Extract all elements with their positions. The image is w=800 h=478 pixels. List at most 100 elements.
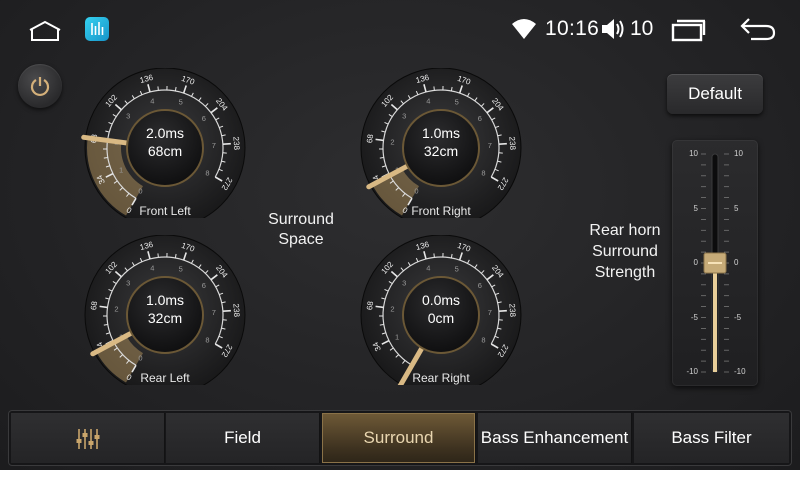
inner-tick-label: 7: [488, 308, 492, 317]
tab-surround[interactable]: Surround: [322, 413, 476, 463]
knob-rear-left[interactable]: 03468102136170204238272012345678 1.0ms 3…: [78, 235, 258, 385]
slider-tick-label: 5: [693, 203, 698, 213]
tab-bar: Field Surround Bass Enhancement Bass Fil…: [8, 410, 792, 466]
slider-tick-label: -5: [690, 312, 698, 322]
inner-tick-label: 8: [481, 169, 485, 178]
inner-tick-label: 0: [138, 186, 142, 195]
slider-fill: [713, 263, 717, 372]
inner-tick-label: 5: [455, 98, 459, 107]
tick-mark: [375, 138, 384, 142]
equalizer-app-icon[interactable]: [85, 17, 109, 41]
status-bar: 10:16 10: [0, 0, 800, 58]
outer-tick-label: 238: [231, 303, 241, 317]
outer-tick-label: 68: [365, 300, 375, 311]
inner-tick-label: 5: [179, 98, 183, 107]
tick-mark: [99, 305, 108, 309]
distance-value: 68cm: [147, 143, 183, 159]
inner-tick-label: 4: [150, 264, 154, 273]
surround-strength-slider[interactable]: 10 10 5 5 0 0 -5 -5 -10 -10: [672, 140, 758, 386]
inner-tick-label: 6: [202, 281, 206, 290]
inner-tick-label: 8: [205, 336, 209, 345]
distance-value: 32cm: [147, 310, 183, 326]
delay-value: 0.0ms: [421, 292, 461, 308]
inner-tick-label: 8: [481, 336, 485, 345]
inner-tick-label: 6: [478, 114, 482, 123]
slider-tick-label: 10: [689, 149, 698, 158]
inner-tick-label: 3: [402, 112, 406, 121]
inner-tick-label: 4: [426, 264, 430, 273]
slider-tick-label: -10: [686, 367, 698, 376]
tick-mark: [103, 156, 108, 159]
tab-bass-enhancement[interactable]: Bass Enhancement: [478, 413, 632, 463]
back-icon[interactable]: [739, 16, 777, 47]
tick-mark: [379, 323, 384, 326]
inner-tick-label: 5: [455, 265, 459, 274]
tick-mark: [222, 309, 231, 313]
tab-equalizer[interactable]: [11, 413, 165, 463]
volume-level: 10: [630, 17, 654, 40]
inner-tick-label: 0: [414, 186, 418, 195]
knob-label: Front Right: [411, 204, 471, 218]
inner-tick-label: 4: [426, 97, 430, 106]
app-screen: 10:16 10 0346810213617020423827201234567…: [0, 0, 800, 470]
inner-tick-label: 2: [390, 138, 394, 147]
surround-space-label: Surround Space: [268, 211, 334, 248]
volume-icon[interactable]: [600, 17, 628, 46]
inner-tick-label: 3: [402, 279, 406, 288]
equalizer-icon: [76, 429, 100, 449]
inner-tick-label: 6: [478, 281, 482, 290]
tick-mark: [379, 156, 384, 159]
tick-mark: [103, 323, 108, 326]
default-button[interactable]: Default: [667, 74, 763, 114]
outer-tick-label: 238: [231, 136, 241, 150]
inner-tick-label: 7: [212, 141, 216, 150]
inner-tick-label: 3: [126, 279, 130, 288]
inner-tick-label: 7: [212, 308, 216, 317]
knob-rear-right[interactable]: 03468102136170204238272012345678 0.0ms 0…: [354, 235, 534, 385]
power-button[interactable]: [18, 64, 62, 108]
recents-icon[interactable]: [671, 18, 707, 47]
inner-tick-label: 6: [202, 114, 206, 123]
slider-tick-label: 10: [734, 149, 743, 158]
outer-tick-label: 238: [507, 136, 517, 150]
outer-tick-label: 68: [89, 300, 99, 311]
knob-front-right[interactable]: 03468102136170204238272012345678 1.0ms 3…: [354, 68, 534, 218]
tab-bass-filter[interactable]: Bass Filter: [634, 413, 789, 463]
rear-horn-strength-label: Rear horn Surround Strength: [589, 222, 661, 281]
knob-label: Front Left: [139, 204, 191, 218]
inner-tick-label: 1: [119, 166, 123, 175]
tick-mark: [174, 86, 177, 92]
delay-value: 2.0ms: [145, 125, 185, 141]
distance-value: 0cm: [427, 310, 455, 326]
knob-front-left[interactable]: 03468102136170204238272012345678 2.0ms 6…: [78, 68, 258, 218]
slider-tick-label: 5: [734, 203, 739, 213]
tick-mark: [498, 309, 507, 313]
inner-tick-label: 2: [390, 305, 394, 314]
tick-mark: [222, 142, 231, 146]
tick-mark: [450, 86, 453, 92]
tick-mark: [174, 253, 177, 259]
slider-tick-label: -10: [734, 367, 746, 376]
tick-mark: [375, 305, 384, 309]
tick-mark: [450, 253, 453, 259]
tab-field[interactable]: Field: [166, 413, 320, 463]
slider-tick-label: -5: [734, 312, 742, 322]
inner-tick-label: 8: [205, 169, 209, 178]
tick-mark: [498, 142, 507, 146]
clock: 10:16: [545, 17, 600, 40]
home-icon[interactable]: [28, 20, 62, 47]
inner-tick-label: 5: [179, 265, 183, 274]
inner-tick-label: 3: [126, 112, 130, 121]
inner-tick-label: 7: [488, 141, 492, 150]
outer-tick-label: 68: [365, 133, 375, 144]
distance-value: 32cm: [423, 143, 459, 159]
delay-value: 1.0ms: [145, 292, 185, 308]
slider-tick-label: 0: [734, 258, 739, 267]
inner-tick-label: 4: [150, 97, 154, 106]
inner-tick-label: 1: [395, 333, 399, 342]
inner-tick-label: 2: [114, 305, 118, 314]
inner-tick-label: 0: [138, 353, 142, 362]
power-icon: [30, 77, 50, 97]
outer-tick-label: 238: [507, 303, 517, 317]
knob-label: Rear Left: [140, 371, 190, 385]
